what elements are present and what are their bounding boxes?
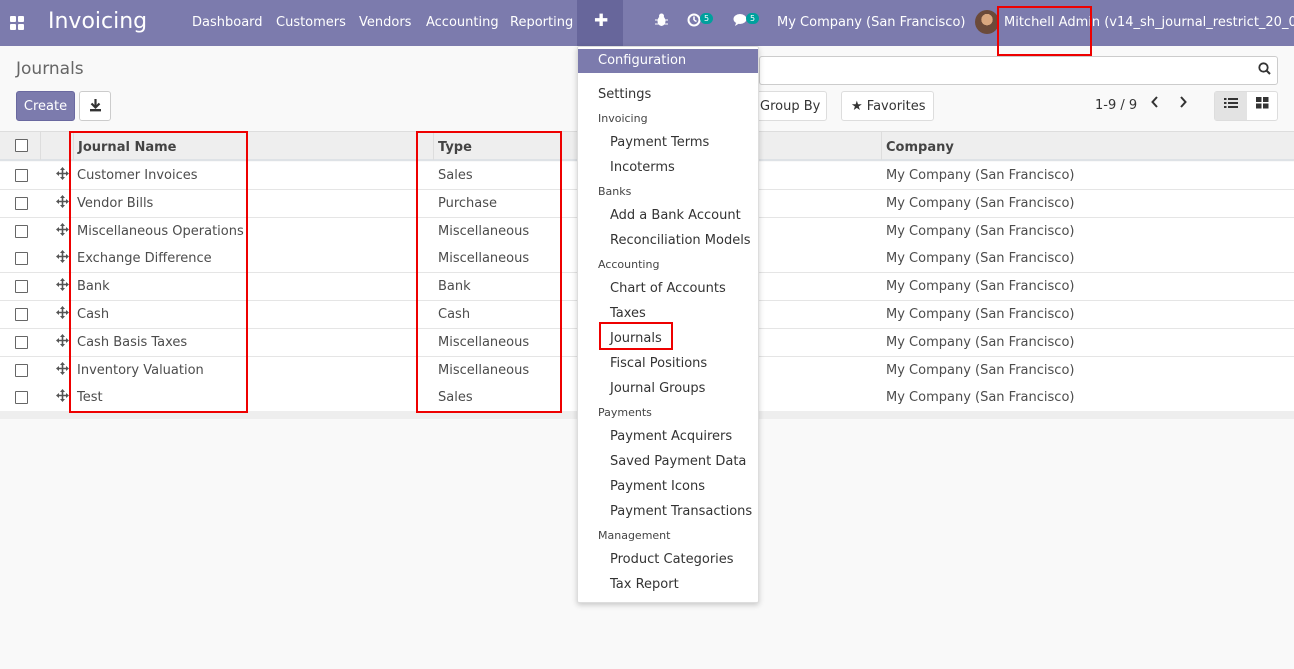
pager-previous-icon[interactable] <box>1150 95 1160 113</box>
section-management: Management <box>598 529 671 542</box>
section-banks: Banks <box>598 185 632 198</box>
section-payments: Payments <box>598 406 652 419</box>
drag-handle-icon[interactable] <box>56 333 69 351</box>
row-checkbox[interactable] <box>15 169 28 182</box>
menu-item-tax-report[interactable]: Tax Report <box>610 577 679 592</box>
page-title: Journals <box>16 59 84 79</box>
drag-handle-icon[interactable] <box>56 278 69 295</box>
menu-item-payment-acquirers[interactable]: Payment Acquirers <box>610 429 732 444</box>
cell-company: My Company (San Francisco) <box>886 307 1075 322</box>
create-button[interactable]: Create <box>16 91 75 121</box>
menu-item-chart-of-accounts[interactable]: Chart of Accounts <box>610 281 726 296</box>
cell-company: My Company (San Francisco) <box>886 362 1075 378</box>
column-company[interactable]: Company <box>886 140 954 155</box>
dropdown-header[interactable]: Configuration <box>578 49 758 73</box>
company-switcher[interactable]: My Company (San Francisco) <box>777 15 965 30</box>
menu-item-taxes[interactable]: Taxes <box>610 306 646 321</box>
activity-badge: 5 <box>700 13 714 24</box>
row-checkbox[interactable] <box>15 335 28 349</box>
apps-menu-icon[interactable] <box>10 16 24 30</box>
drag-handle-icon[interactable] <box>56 389 69 406</box>
cell-company: My Company (San Francisco) <box>886 334 1075 350</box>
configuration-dropdown: Configuration Settings Invoicing Payment… <box>577 46 759 603</box>
favorites-button[interactable]: ★ Favorites <box>841 91 934 121</box>
list-view-button[interactable] <box>1215 92 1247 120</box>
row-checkbox[interactable] <box>15 391 28 405</box>
menu-accounting[interactable]: Accounting <box>426 15 499 30</box>
drag-handle-icon[interactable] <box>56 222 69 240</box>
row-checkbox[interactable] <box>15 252 28 266</box>
messages-badge: 5 <box>746 13 760 24</box>
drag-handle-icon[interactable] <box>56 361 69 379</box>
export-button[interactable] <box>79 91 111 121</box>
highlight-type-column <box>416 131 562 413</box>
row-checkbox[interactable] <box>15 363 28 377</box>
highlight-user-menu <box>997 6 1092 56</box>
menu-item-fiscal-positions[interactable]: Fiscal Positions <box>610 356 707 371</box>
row-checkbox[interactable] <box>15 280 28 294</box>
menu-item-reconciliation-models[interactable]: Reconciliation Models <box>610 233 751 248</box>
cell-company: My Company (San Francisco) <box>886 223 1075 239</box>
menu-item-add-bank-account[interactable]: Add a Bank Account <box>610 208 741 223</box>
search-input[interactable] <box>759 56 1278 85</box>
drag-handle-icon[interactable] <box>56 306 69 323</box>
configuration-menu-button[interactable]: ✚ <box>577 0 623 46</box>
menu-item-payment-icons[interactable]: Payment Icons <box>610 479 705 494</box>
section-invoicing: Invoicing <box>598 112 648 125</box>
favorites-label: Favorites <box>866 99 926 114</box>
pager-next-icon[interactable] <box>1178 95 1188 113</box>
search-icon[interactable] <box>1258 62 1271 79</box>
menu-item-saved-payment-data[interactable]: Saved Payment Data <box>610 454 746 469</box>
menu-item-product-categories[interactable]: Product Categories <box>610 552 734 567</box>
activity-clock-icon[interactable] <box>687 13 701 31</box>
avatar[interactable] <box>975 10 999 34</box>
highlight-journals-item <box>599 322 673 350</box>
kanban-icon <box>1256 97 1269 113</box>
kanban-view-button[interactable] <box>1247 92 1278 120</box>
row-checkbox[interactable] <box>15 196 28 210</box>
app-brand[interactable]: Invoicing <box>48 9 147 34</box>
row-checkbox[interactable] <box>15 224 28 238</box>
bug-icon[interactable] <box>655 13 668 31</box>
section-accounting: Accounting <box>598 258 660 271</box>
menu-vendors[interactable]: Vendors <box>359 15 411 30</box>
select-all-checkbox[interactable] <box>15 139 28 152</box>
row-checkbox[interactable] <box>15 308 28 321</box>
star-icon: ★ <box>851 99 867 114</box>
menu-item-settings[interactable]: Settings <box>598 87 651 102</box>
menu-customers[interactable]: Customers <box>276 15 346 30</box>
menu-item-payment-transactions[interactable]: Payment Transactions <box>610 504 752 519</box>
top-navbar: Invoicing Dashboard Customers Vendors Ac… <box>0 0 1294 46</box>
pager-value[interactable]: 1-9 / 9 <box>1095 98 1137 113</box>
cell-company: My Company (San Francisco) <box>886 168 1075 183</box>
drag-handle-icon[interactable] <box>56 194 69 212</box>
menu-reporting[interactable]: Reporting <box>510 15 573 30</box>
menu-item-payment-terms[interactable]: Payment Terms <box>610 135 709 150</box>
list-icon <box>1224 97 1238 113</box>
cell-company: My Company (San Francisco) <box>886 251 1075 267</box>
drag-handle-icon[interactable] <box>56 167 69 184</box>
menu-item-incoterms[interactable]: Incoterms <box>610 160 675 175</box>
cell-company: My Company (San Francisco) <box>886 279 1075 295</box>
view-switcher <box>1214 91 1278 121</box>
plus-icon: ✚ <box>594 11 609 31</box>
drag-handle-icon[interactable] <box>56 250 69 267</box>
cell-company: My Company (San Francisco) <box>886 195 1075 211</box>
download-icon <box>89 98 102 116</box>
menu-dashboard[interactable]: Dashboard <box>192 15 263 30</box>
cell-company: My Company (San Francisco) <box>886 390 1075 406</box>
menu-item-journal-groups[interactable]: Journal Groups <box>610 381 705 396</box>
highlight-journal-name-column <box>69 131 248 413</box>
